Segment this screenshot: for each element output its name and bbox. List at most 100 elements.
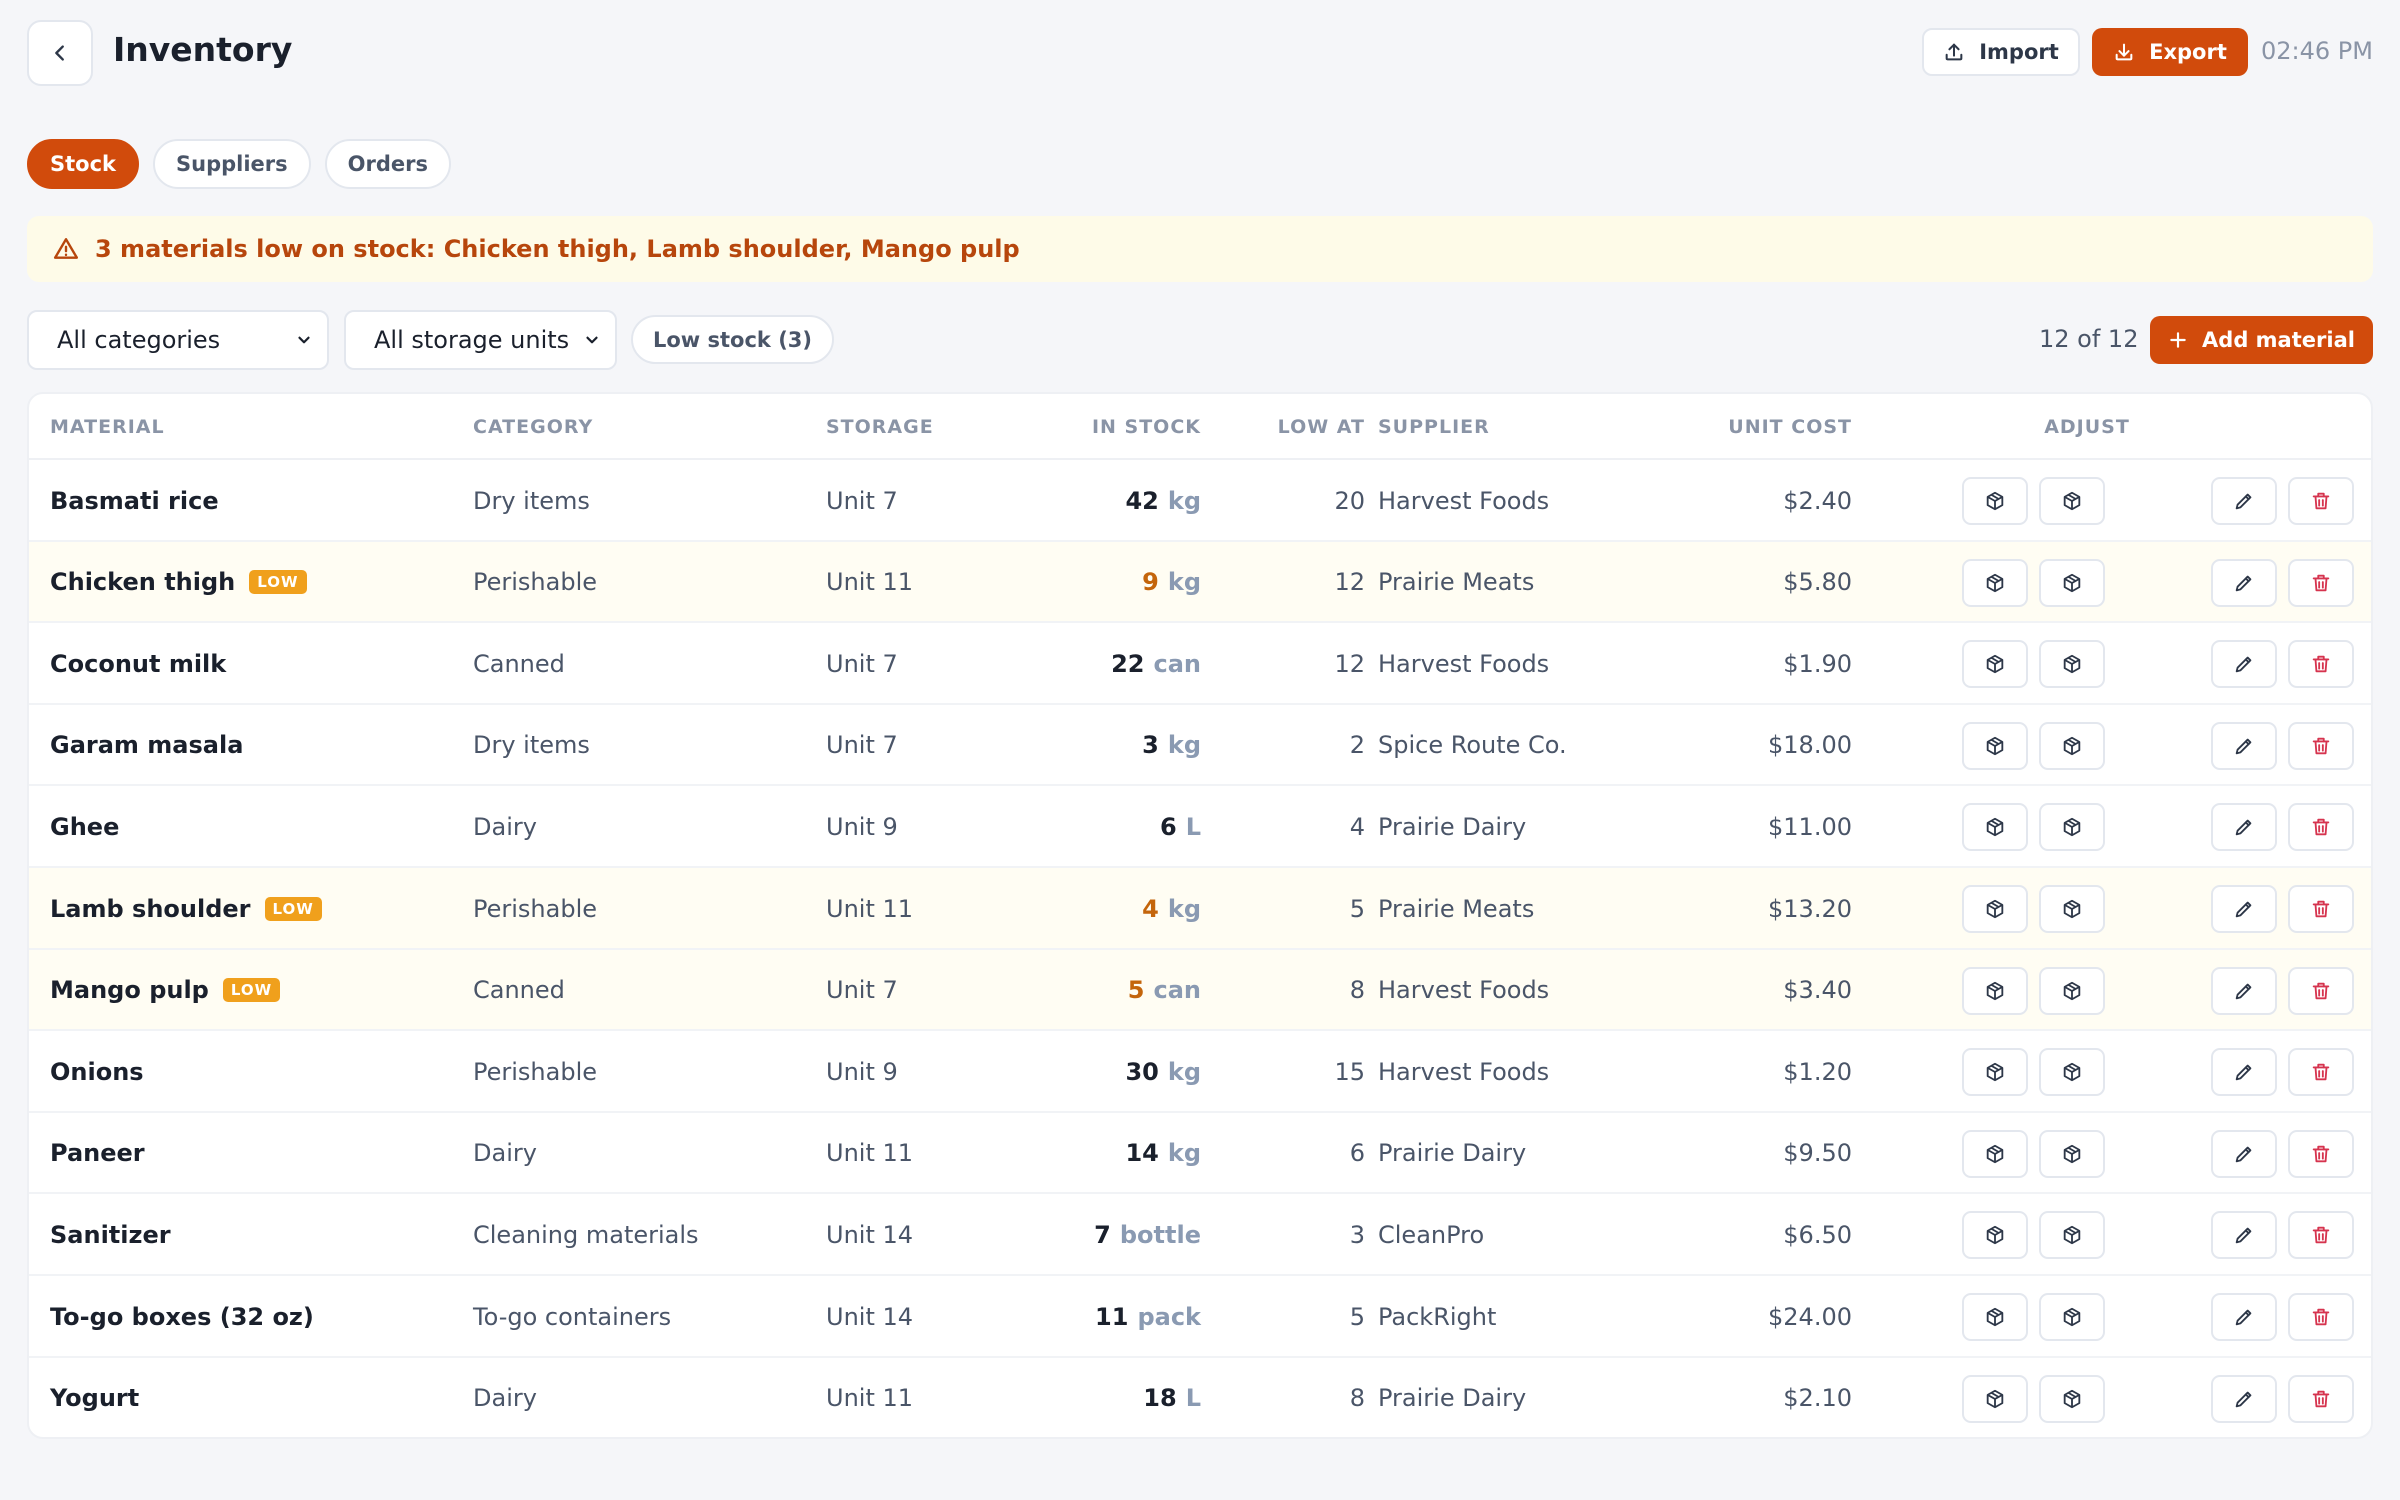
table-row[interactable]: Onions Perishable Unit 9 30 kg 15 Harves… — [29, 1031, 2371, 1113]
col-low-at[interactable]: LOW AT — [1229, 416, 1365, 438]
delete-button[interactable] — [2288, 1374, 2354, 1423]
edit-button[interactable] — [2211, 1211, 2277, 1260]
import-button[interactable]: Import — [1922, 28, 2080, 76]
package-icon — [2063, 655, 2081, 674]
col-material[interactable]: MATERIAL — [50, 416, 165, 438]
col-unit-cost[interactable]: UNIT COST — [1649, 416, 1852, 438]
table-row[interactable]: Mango pulp LOW Canned Unit 7 5 can 8 Har… — [29, 949, 2371, 1032]
plus-icon — [2170, 332, 2186, 348]
col-supplier[interactable]: SUPPLIER — [1378, 416, 1490, 438]
table-row[interactable]: Paneer Dairy Unit 11 14 kg 6 Prairie Dai… — [29, 1113, 2371, 1195]
table-row[interactable]: Chicken thigh LOW Perishable Unit 11 9 k… — [29, 541, 2371, 624]
delete-button[interactable] — [2288, 885, 2354, 933]
storage-select[interactable]: All storage units — [344, 310, 617, 370]
delete-button[interactable] — [2288, 477, 2354, 525]
delete-button[interactable] — [2288, 1048, 2354, 1097]
unit-cost-cell: $24.00 — [1768, 1302, 1852, 1331]
col-in-stock[interactable]: IN STOCK — [989, 416, 1201, 438]
category-cell: To-go containers — [473, 1302, 672, 1331]
table-row[interactable]: Lamb shoulder LOW Perishable Unit 11 4 k… — [29, 868, 2371, 950]
storage-cell: Unit 11 — [826, 568, 914, 597]
delete-button[interactable] — [2288, 1211, 2354, 1260]
material-name: Paneer — [50, 1139, 145, 1168]
adjust-out-button[interactable] — [2039, 885, 2105, 933]
edit-button[interactable] — [2211, 885, 2277, 933]
adjust-in-button[interactable] — [1962, 1293, 2028, 1341]
category-cell: Dairy — [473, 1139, 537, 1168]
adjust-out-button[interactable] — [2039, 558, 2105, 607]
delete-button[interactable] — [2288, 721, 2354, 770]
delete-button[interactable] — [2288, 1293, 2354, 1341]
adjust-out-button[interactable] — [2039, 1048, 2105, 1097]
adjust-out-button[interactable] — [2039, 721, 2105, 770]
adjust-out-button[interactable] — [2039, 1211, 2105, 1260]
adjust-in-button[interactable] — [1962, 477, 2028, 525]
add-material-button[interactable]: Add material — [2150, 316, 2373, 364]
adjust-in-button[interactable] — [1962, 640, 2028, 689]
supplier-cell: CleanPro — [1378, 1220, 1485, 1249]
col-category[interactable]: CATEGORY — [473, 416, 593, 438]
adjust-out-button[interactable] — [2039, 966, 2105, 1015]
col-storage[interactable]: STORAGE — [826, 416, 934, 438]
category-cell: Dry items — [473, 731, 590, 760]
edit-button[interactable] — [2211, 1293, 2277, 1341]
edit-button[interactable] — [2211, 477, 2277, 525]
edit-button[interactable] — [2211, 721, 2277, 770]
edit-button[interactable] — [2211, 640, 2277, 689]
category-select[interactable]: All categories — [27, 310, 329, 370]
adjust-out-button[interactable] — [2039, 1293, 2105, 1341]
low-stock-filter-chip[interactable]: Low stock (3) — [631, 315, 835, 364]
edit-button[interactable] — [2211, 1129, 2277, 1178]
edit-button[interactable] — [2211, 1048, 2277, 1097]
adjust-in-button[interactable] — [1962, 885, 2028, 933]
page-header: Inventory Import Export 02:46 PM — [27, 20, 2373, 86]
adjust-out-button[interactable] — [2039, 640, 2105, 689]
stock-cell: 11 pack — [989, 1276, 1201, 1357]
category-cell: Dairy — [473, 1384, 537, 1413]
adjust-in-button[interactable] — [1962, 1374, 2028, 1423]
export-button[interactable]: Export — [2092, 28, 2248, 76]
adjust-out-button[interactable] — [2039, 803, 2105, 852]
adjust-out-button[interactable] — [2039, 1129, 2105, 1178]
delete-button[interactable] — [2288, 803, 2354, 852]
adjust-out-button[interactable] — [2039, 1374, 2105, 1423]
table-row[interactable]: Coconut milk Canned Unit 7 22 can 12 Har… — [29, 623, 2371, 705]
table-row[interactable]: To-go boxes (32 oz) To-go containers Uni… — [29, 1276, 2371, 1358]
stock-quantity: 7 — [1094, 1220, 1111, 1249]
unit-cost-cell: $5.80 — [1783, 568, 1852, 597]
delete-button[interactable] — [2288, 558, 2354, 607]
low-at-cell: 8 — [1349, 976, 1365, 1005]
table-row[interactable]: Garam masala Dry items Unit 7 3 kg 2 Spi… — [29, 705, 2371, 787]
package-icon — [2063, 1063, 2081, 1082]
edit-button[interactable] — [2211, 1374, 2277, 1423]
table-row[interactable]: Ghee Dairy Unit 9 6 L 4 Prairie Dairy $1… — [29, 786, 2371, 868]
tab-orders[interactable]: Orders — [324, 139, 451, 189]
edit-button[interactable] — [2211, 558, 2277, 607]
adjust-in-button[interactable] — [1962, 1048, 2028, 1097]
adjust-in-button[interactable] — [1962, 1129, 2028, 1178]
delete-button[interactable] — [2288, 1129, 2354, 1178]
table-row[interactable]: Basmati rice Dry items Unit 7 42 kg 20 H… — [29, 460, 2371, 542]
low-at-cell: 12 — [1334, 649, 1365, 678]
supplier-cell: Harvest Foods — [1378, 486, 1550, 515]
adjust-in-button[interactable] — [1962, 721, 2028, 770]
edit-button[interactable] — [2211, 966, 2277, 1015]
delete-button[interactable] — [2288, 966, 2354, 1015]
delete-button[interactable] — [2288, 640, 2354, 689]
edit-button[interactable] — [2211, 803, 2277, 852]
back-button[interactable] — [27, 20, 93, 86]
table-row[interactable]: Yogurt Dairy Unit 11 18 L 8 Prairie Dair… — [29, 1358, 2371, 1437]
category-cell: Canned — [473, 976, 565, 1005]
adjust-in-button[interactable] — [1962, 1211, 2028, 1260]
adjust-in-button[interactable] — [1962, 803, 2028, 852]
adjust-in-button[interactable] — [1962, 558, 2028, 607]
table-row[interactable]: Sanitizer Cleaning materials Unit 14 7 b… — [29, 1194, 2371, 1276]
adjust-in-button[interactable] — [1962, 966, 2028, 1015]
material-cell: Paneer — [50, 1113, 145, 1194]
tab-suppliers[interactable]: Suppliers — [153, 139, 311, 189]
adjust-out-button[interactable] — [2039, 477, 2105, 525]
tab-stock[interactable]: Stock — [27, 139, 140, 189]
storage-cell: Unit 7 — [826, 731, 898, 760]
chevron-left-icon — [55, 45, 64, 61]
stock-unit: bottle — [1119, 1220, 1201, 1249]
